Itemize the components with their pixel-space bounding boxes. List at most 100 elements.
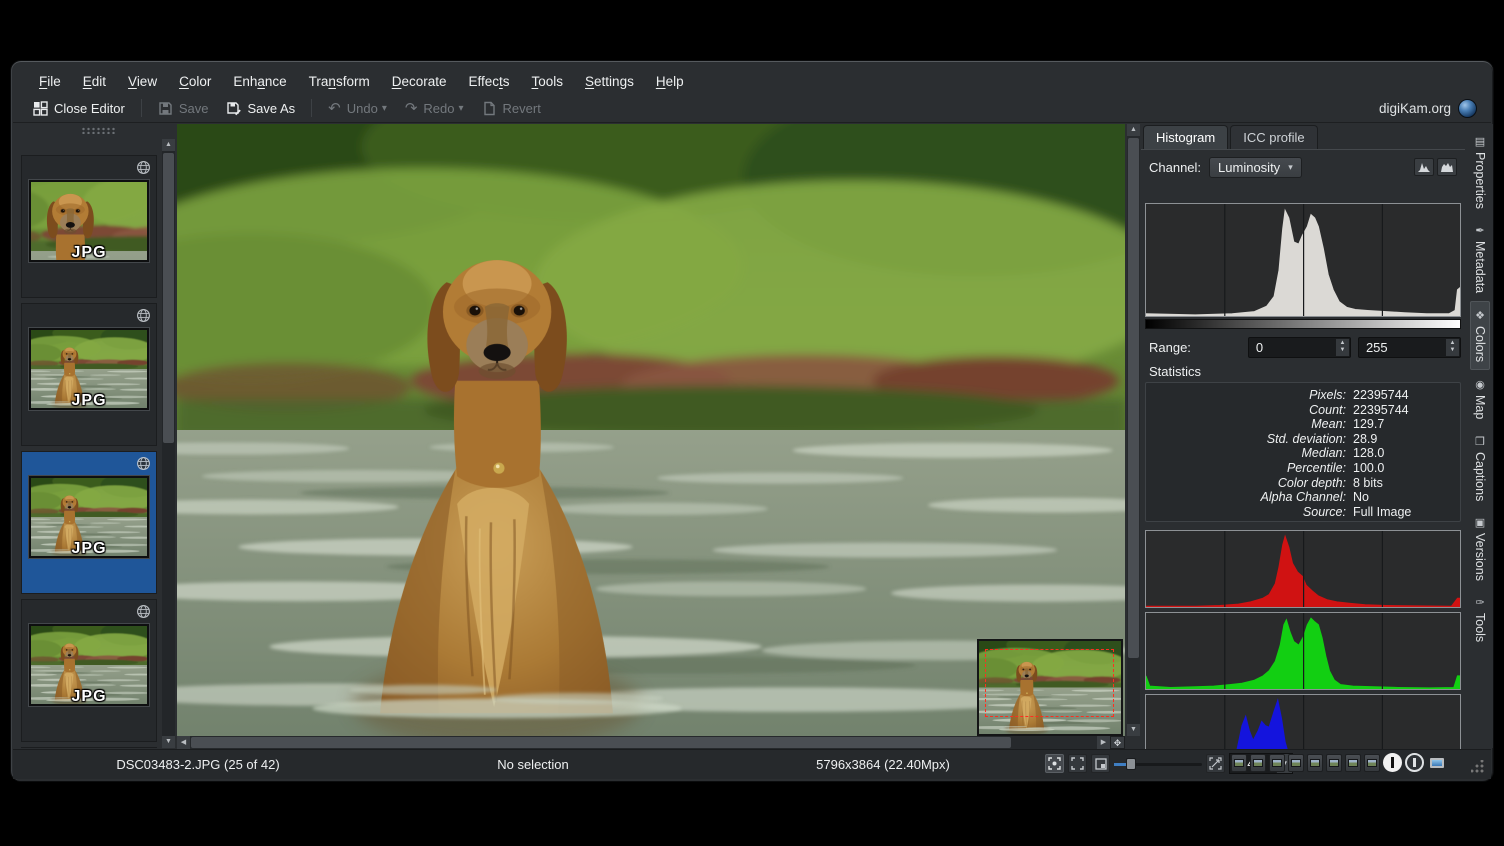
thumbnail-scrollbar[interactable]: ▲ ▼	[162, 139, 175, 748]
scrollbar-thumb[interactable]	[163, 153, 174, 443]
sidebar-tab-versions[interactable]: ▣Versions	[1471, 509, 1489, 588]
digikam-logo-icon	[1458, 99, 1477, 118]
scroll-up-icon[interactable]: ▲	[1127, 124, 1140, 136]
sidebar-tab-captions[interactable]: ❒Captions	[1471, 428, 1489, 508]
menu-view[interactable]: View	[118, 71, 167, 92]
luminance-gradient-strip	[1145, 319, 1461, 329]
sidebar-tab-label: Properties	[1473, 152, 1487, 209]
revert-button[interactable]: Revert	[476, 98, 547, 119]
scroll-down-icon[interactable]: ▼	[1127, 724, 1140, 736]
tab-histogram[interactable]: Histogram	[1143, 125, 1228, 150]
navigator-view-rectangle[interactable]	[985, 649, 1114, 717]
save-button[interactable]: Save	[152, 98, 215, 119]
spinner-arrows-icon[interactable]: ▲▼	[1336, 339, 1349, 356]
channel-select[interactable]: Luminosity ▾	[1209, 157, 1302, 178]
sidebar-drag-handle[interactable]	[81, 127, 115, 134]
desktop-background: FileEditViewColorEnhanceTransformDecorat…	[0, 0, 1504, 846]
editor-canvas[interactable]	[177, 124, 1125, 736]
redo-dropdown-icon[interactable]: ▾	[459, 103, 464, 114]
status-filename: DSC03483-2.JPG (25 of 42)	[53, 757, 343, 772]
luminosity-histogram[interactable]	[1145, 203, 1461, 317]
slider-knob[interactable]	[1126, 758, 1136, 770]
thumbnail-item-4[interactable]: JPG	[21, 599, 157, 742]
thumbnail-item-1[interactable]: JPG	[21, 155, 157, 298]
preview-button-1[interactable]	[1231, 754, 1247, 772]
status-bar: DSC03483-2.JPG (25 of 42) No selection 5…	[13, 749, 1491, 779]
thumbnail-item-3[interactable]: JPG	[21, 451, 157, 594]
undo-button[interactable]: ↶ Undo ▾	[322, 96, 393, 120]
logarithmic-scale-button[interactable]	[1437, 158, 1457, 176]
sidebar-tab-map[interactable]: ◉Map	[1471, 371, 1489, 426]
canvas-horizontal-scrollbar[interactable]: ◀ ▶ ✥	[177, 736, 1125, 749]
preview-button-3[interactable]	[1269, 754, 1285, 772]
preview-button-2[interactable]	[1250, 754, 1266, 772]
panel-body: Channel: Luminosity ▾	[1141, 149, 1465, 748]
undo-dropdown-icon[interactable]: ▾	[382, 103, 387, 114]
color-managed-view-button[interactable]	[1427, 753, 1447, 772]
save-as-icon	[226, 101, 241, 116]
range-max-value: 255	[1366, 340, 1388, 355]
thumbnail-item-2[interactable]: JPG	[21, 303, 157, 446]
menu-file[interactable]: File	[29, 71, 71, 92]
red-channel-histogram	[1145, 530, 1461, 608]
menu-settings[interactable]: Settings	[575, 71, 644, 92]
format-badge: JPG	[71, 540, 106, 558]
save-as-button[interactable]: Save As	[220, 98, 301, 119]
scroll-up-icon[interactable]: ▲	[162, 139, 175, 151]
thumbnail-sidebar: JPGJPGJPGJPG ▲ ▼	[19, 125, 177, 748]
preview-button-4[interactable]	[1288, 754, 1304, 772]
over-exposure-indicator-button[interactable]	[1405, 753, 1424, 772]
menu-effects[interactable]: Effects	[458, 71, 519, 92]
scrollbar-thumb[interactable]	[191, 737, 1011, 748]
colors-icon: ❖	[1474, 309, 1487, 322]
panel-tabs: HistogramICC profile	[1143, 125, 1318, 150]
menu-color[interactable]: Color	[169, 71, 221, 92]
canvas-vertical-scrollbar[interactable]: ▲ ▼	[1127, 124, 1140, 736]
scroll-left-icon[interactable]: ◀	[177, 736, 190, 749]
sidebar-tab-tools[interactable]: ✑Tools	[1471, 589, 1489, 649]
menu-help[interactable]: Help	[646, 71, 694, 92]
undo-label: Undo	[347, 101, 378, 116]
image-icon	[1253, 759, 1263, 767]
green-histogram-plot	[1146, 613, 1460, 689]
zoom-100-button[interactable]	[1206, 754, 1225, 773]
sidebar-tab-colors[interactable]: ❖Colors	[1470, 301, 1490, 370]
preview-button-8[interactable]	[1364, 754, 1380, 772]
pan-navigator-overlay[interactable]	[977, 639, 1123, 736]
preview-button-6[interactable]	[1326, 754, 1342, 772]
range-max-input[interactable]: 255 ▲▼	[1358, 337, 1461, 358]
image-icon	[1329, 759, 1339, 767]
scroll-right-icon[interactable]: ▶	[1097, 736, 1110, 749]
redo-button[interactable]: ↷ Redo ▾	[399, 96, 470, 120]
geolocation-globe-icon	[136, 308, 151, 323]
sidebar-tab-properties[interactable]: ▤ Properties	[1471, 128, 1489, 216]
menu-edit[interactable]: Edit	[73, 71, 116, 92]
menu-tools[interactable]: Tools	[522, 71, 574, 92]
fit-to-window-button[interactable]	[1045, 754, 1064, 773]
under-exposure-indicator-button[interactable]	[1383, 753, 1402, 772]
scrollbar-thumb[interactable]	[1128, 138, 1139, 658]
tab-icc-profile[interactable]: ICC profile	[1230, 125, 1317, 150]
linear-scale-button[interactable]	[1414, 158, 1434, 176]
preview-button-5[interactable]	[1307, 754, 1323, 772]
range-min-input[interactable]: 0 ▲▼	[1248, 337, 1351, 358]
pan-tool-icon[interactable]: ✥	[1110, 736, 1125, 749]
zoom-slider[interactable]	[1114, 756, 1202, 772]
thumbnail-item-5[interactable]	[21, 747, 157, 748]
properties-icon: ▤	[1474, 135, 1487, 148]
stat-row: Pixels:22395744	[1146, 388, 1460, 403]
geolocation-globe-icon	[136, 160, 151, 175]
zoom-out-button[interactable]	[1091, 754, 1110, 773]
menu-decorate[interactable]: Decorate	[382, 71, 457, 92]
spinner-arrows-icon[interactable]: ▲▼	[1446, 339, 1459, 356]
scroll-down-icon[interactable]: ▼	[162, 736, 175, 748]
preview-button-7[interactable]	[1345, 754, 1361, 772]
sidebar-tab-metadata[interactable]: ✒Metadata	[1471, 217, 1489, 300]
window-resize-grip[interactable]	[1471, 760, 1485, 774]
close-editor-button[interactable]: Close Editor	[27, 98, 131, 119]
menu-enhance[interactable]: Enhance	[223, 71, 296, 92]
stat-label: Count:	[1146, 403, 1346, 418]
channel-label: Channel:	[1149, 160, 1201, 175]
menu-transform[interactable]: Transform	[299, 71, 380, 92]
fit-to-selection-button[interactable]	[1068, 754, 1087, 773]
